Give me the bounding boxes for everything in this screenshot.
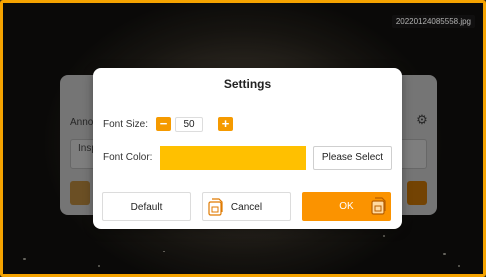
font-color-label: Font Color:: [103, 152, 153, 163]
font-size-label: Font Size:: [103, 119, 149, 130]
ok-button-label: OK: [339, 201, 354, 212]
color-select-button[interactable]: Please Select: [313, 146, 392, 170]
settings-dialog: Settings Font Size: − 50 + Font Color: P…: [93, 68, 402, 229]
font-size-decrement-button[interactable]: −: [156, 117, 171, 131]
font-color-swatch[interactable]: [160, 146, 306, 170]
folder-image-icon: [371, 197, 386, 215]
cancel-button-label: Cancel: [230, 202, 263, 213]
dialog-title: Settings: [223, 77, 272, 91]
folder-image-icon: [208, 198, 223, 216]
cancel-button[interactable]: Cancel: [202, 192, 291, 221]
font-size-increment-button[interactable]: +: [218, 117, 233, 131]
font-size-field[interactable]: 50: [175, 117, 203, 132]
ok-button[interactable]: OK: [302, 192, 391, 221]
default-button[interactable]: Default: [102, 192, 191, 221]
